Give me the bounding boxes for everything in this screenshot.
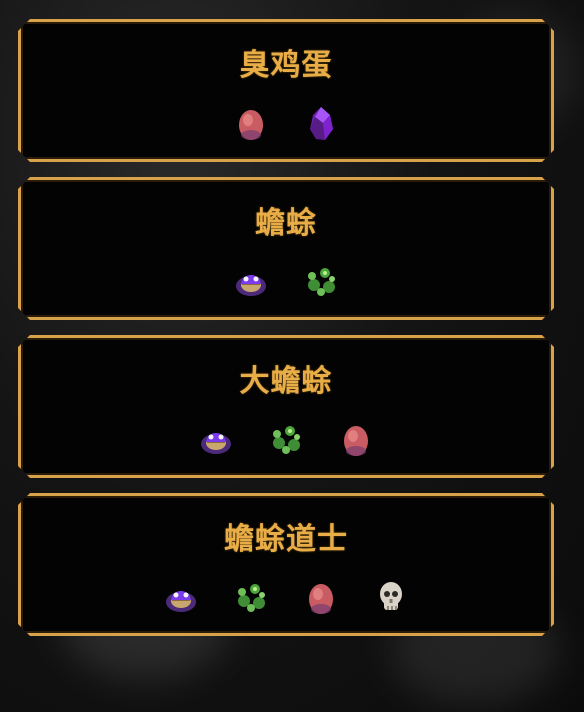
skull-icon: [371, 577, 411, 617]
recipe-title: 蟾蜍: [255, 206, 317, 241]
recipe-list: 臭鸡蛋 蟾蜍 大蟾蜍 蟾蜍道士: [18, 19, 554, 651]
ingredient-icons: [21, 260, 551, 302]
green-slime-icon: [231, 577, 271, 617]
egg-icon: [336, 419, 376, 459]
toad-icon: [231, 261, 271, 301]
ingredient-icons: [21, 576, 551, 618]
recipe-title: 大蟾蜍: [239, 364, 333, 399]
toad-icon: [196, 419, 236, 459]
green-slime-icon: [301, 261, 341, 301]
green-slime-icon: [266, 419, 306, 459]
purple-crystal-icon: [301, 103, 341, 143]
ingredient-icons: [21, 102, 551, 144]
recipe-card-big-toad[interactable]: 大蟾蜍: [18, 335, 554, 478]
toad-icon: [161, 577, 201, 617]
recipe-title: 臭鸡蛋: [239, 48, 333, 83]
recipe-card-toad[interactable]: 蟾蜍: [18, 177, 554, 320]
egg-icon: [231, 103, 271, 143]
ingredient-icons: [21, 418, 551, 460]
recipe-title: 蟾蜍道士: [224, 522, 348, 557]
recipe-card-toad-taoist[interactable]: 蟾蜍道士: [18, 493, 554, 636]
recipe-card-rotten-egg[interactable]: 臭鸡蛋: [18, 19, 554, 162]
egg-icon: [301, 577, 341, 617]
